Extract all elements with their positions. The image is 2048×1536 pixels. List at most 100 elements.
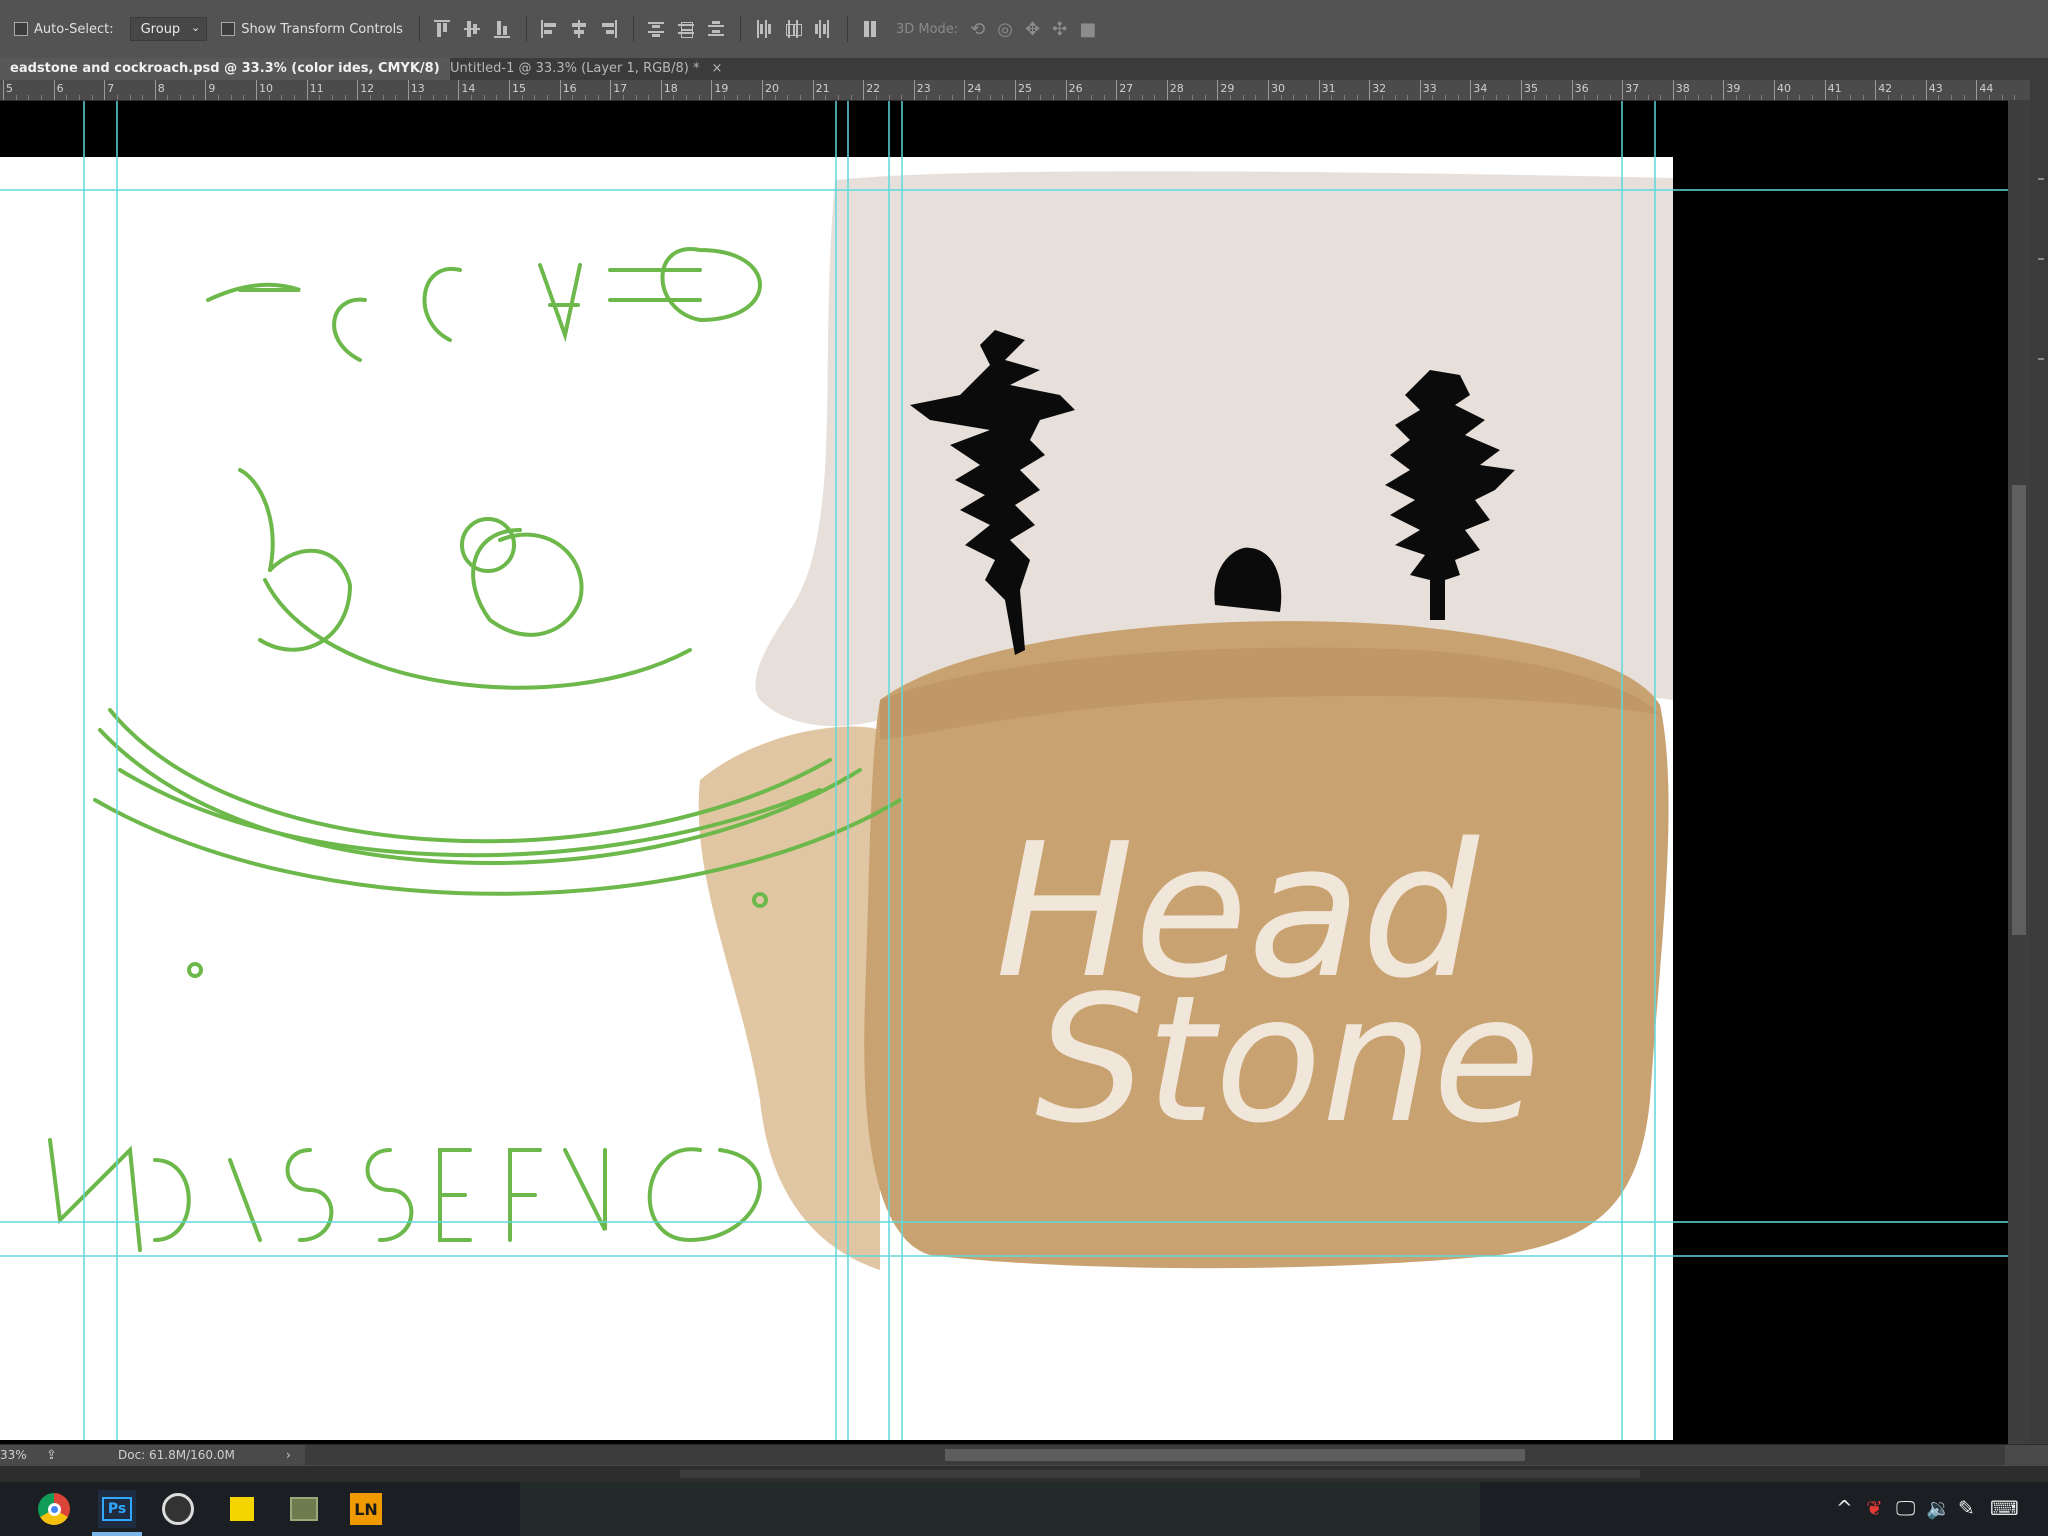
- ruler-minor-tick: [1154, 95, 1156, 100]
- ruler-minor-tick: [15, 95, 17, 100]
- photoshop-icon[interactable]: Ps: [98, 1490, 136, 1528]
- distribute-horizontal-center-icon[interactable]: [785, 20, 802, 38]
- ruler-label: 41: [1827, 82, 1842, 95]
- acrobat-tray-icon[interactable]: ❦: [1866, 1496, 1883, 1520]
- auto-select-dropdown[interactable]: Group ⌄: [129, 17, 208, 41]
- camera-app-icon[interactable]: [288, 1493, 320, 1525]
- ruler-minor-tick: [1356, 95, 1358, 100]
- dock-marker: [2038, 358, 2044, 360]
- align-horizontal-center-icon[interactable]: [571, 20, 587, 38]
- distribute-vertical-center-icon[interactable]: [677, 20, 694, 38]
- export-icon[interactable]: ⇪: [46, 1448, 57, 1463]
- ruler-minor-tick: [91, 95, 93, 100]
- align-right-icon[interactable]: [601, 20, 617, 38]
- ruler-major-tick: [1166, 80, 1168, 100]
- auto-align-layers-icon[interactable]: [862, 20, 878, 38]
- ruler-major-tick: [559, 80, 561, 100]
- distribute-top-icon[interactable]: [647, 20, 664, 38]
- ruler-major-tick: [964, 80, 966, 100]
- align-left-icon[interactable]: [540, 20, 557, 38]
- obs-icon[interactable]: [162, 1493, 194, 1525]
- ruler-minor-tick: [1698, 95, 1700, 100]
- ruler-minor-tick: [116, 95, 118, 100]
- ruler-minor-tick: [218, 95, 220, 100]
- ruler-minor-tick: [1685, 95, 1687, 100]
- horizontal-ruler[interactable]: 5 6 7 8 9 10 11 12 13 14 15 16 17 18 19 20 21 22 23 24 25 26 2…: [0, 80, 2030, 101]
- ruler-minor-tick: [331, 95, 333, 100]
- align-bottom-icon[interactable]: [493, 20, 510, 38]
- show-transform-checkbox[interactable]: [221, 22, 236, 36]
- network-icon[interactable]: 🖵: [1896, 1496, 1915, 1520]
- ln-app-icon[interactable]: LN: [350, 1493, 382, 1525]
- auto-select-checkbox[interactable]: [14, 22, 28, 36]
- ruler-minor-tick: [1609, 95, 1611, 100]
- ruler-major-tick: [1875, 80, 1877, 100]
- ruler-minor-tick: [724, 95, 726, 100]
- vertical-scrollbar[interactable]: [2008, 100, 2030, 1444]
- ruler-minor-tick: [673, 95, 675, 100]
- ruler-major-tick: [1976, 80, 1978, 100]
- ruler-major-tick: [1470, 80, 1472, 100]
- tab-headstone-psd[interactable]: eadstone and cockroach.psd @ 33.3% (colo…: [0, 58, 450, 98]
- ruler-label: 26: [1068, 82, 1083, 95]
- horizontal-scroll-thumb[interactable]: [945, 1449, 1525, 1461]
- ruler-minor-tick: [1736, 95, 1738, 100]
- ruler-minor-tick: [1786, 95, 1788, 100]
- distribute-right-icon[interactable]: [814, 20, 831, 38]
- ruler-minor-tick: [1192, 95, 1194, 100]
- ruler-major-tick: [762, 80, 763, 100]
- ruler-label: 32: [1372, 82, 1387, 95]
- ruler-label: 40: [1777, 82, 1791, 95]
- vertical-scroll-thumb[interactable]: [2012, 485, 2026, 935]
- 3d-scale-icon[interactable]: ■: [1079, 19, 1096, 40]
- divider: [418, 16, 420, 42]
- volume-icon[interactable]: 🔉: [1926, 1496, 1951, 1520]
- tab-untitled-1[interactable]: Untitled-1 @ 33.3% (Layer 1, RGB/8) * ×: [440, 58, 732, 80]
- ruler-minor-tick: [180, 95, 182, 100]
- ruler-label: 13: [410, 82, 425, 95]
- ruler-label: 43: [1928, 82, 1943, 95]
- ruler-minor-tick: [1660, 95, 1662, 100]
- secondary-bar: [680, 1470, 1640, 1478]
- ruler-minor-tick: [192, 95, 194, 100]
- ruler-minor-tick: [1483, 95, 1485, 100]
- ruler-minor-tick: [1533, 95, 1535, 100]
- chrome-icon[interactable]: [38, 1493, 70, 1525]
- ruler-minor-tick: [635, 95, 637, 100]
- align-vertical-center-icon[interactable]: [463, 20, 480, 38]
- zoom-level[interactable]: 33%: [0, 1448, 27, 1462]
- divider: [846, 16, 848, 42]
- ruler-major-tick: [1318, 80, 1320, 100]
- 3d-roll-icon[interactable]: ◎: [997, 19, 1013, 40]
- ruler-label: 38: [1675, 82, 1690, 95]
- distribute-left-icon[interactable]: [755, 20, 771, 38]
- status-menu-arrow[interactable]: ›: [286, 1448, 291, 1462]
- ruler-label: 33: [1422, 82, 1437, 95]
- ruler-label: 23: [916, 82, 931, 95]
- right-panel-dock[interactable]: [2030, 58, 2048, 1444]
- ruler-label: 9: [208, 82, 216, 95]
- ruler-minor-tick: [648, 95, 650, 100]
- horizontal-scrollbar[interactable]: [305, 1445, 2005, 1465]
- tray-overflow-icon[interactable]: ^: [1836, 1496, 1853, 1520]
- ruler-minor-tick: [875, 95, 877, 100]
- ruler-minor-tick: [749, 95, 751, 100]
- keyboard-icon[interactable]: ⌨: [1990, 1496, 2019, 1520]
- align-top-icon[interactable]: [433, 20, 450, 38]
- pen-icon[interactable]: ✎: [1958, 1496, 1975, 1520]
- ruler-minor-tick: [837, 95, 839, 100]
- distribute-bottom-icon[interactable]: [707, 20, 724, 38]
- ruler-major-tick: [205, 80, 207, 100]
- close-icon[interactable]: ×: [711, 61, 722, 76]
- 3d-mode-label: 3D Mode:: [895, 21, 959, 37]
- sticky-notes-icon[interactable]: [226, 1493, 258, 1525]
- ruler-major-tick: [407, 80, 409, 100]
- ruler-major-tick: [53, 80, 55, 100]
- ruler-label: 11: [309, 82, 324, 95]
- 3d-slide-icon[interactable]: ✣: [1052, 19, 1067, 40]
- ruler-minor-tick: [989, 95, 991, 100]
- 3d-orbit-icon[interactable]: ⟲: [970, 19, 985, 40]
- ruler-major-tick: [3, 80, 4, 100]
- active-app-indicator: [92, 1532, 142, 1536]
- 3d-pan-icon[interactable]: ✥: [1025, 19, 1040, 40]
